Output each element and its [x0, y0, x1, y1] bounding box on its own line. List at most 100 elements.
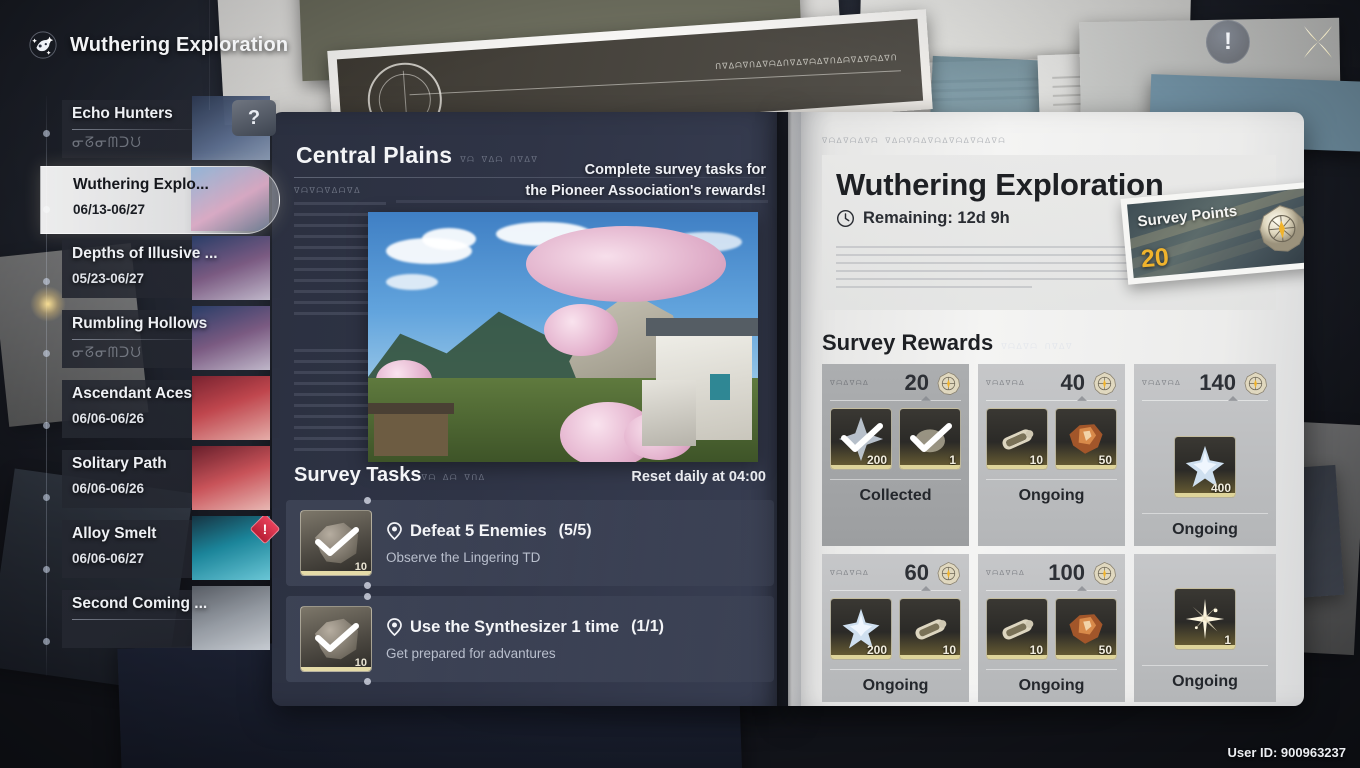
collected-check-icon: [841, 423, 883, 452]
sidebar-item-label: Depths of Illusive ...: [72, 245, 218, 262]
completed-check-icon: [315, 623, 359, 652]
sidebar-item-date: 05/23-06/27: [72, 271, 145, 286]
reward-item[interactable]: 1: [899, 408, 961, 470]
reward-item[interactable]: 200: [830, 408, 892, 470]
starburst-shard-icon: [1181, 595, 1229, 643]
location-pin-icon: [387, 522, 402, 540]
survey-tasks-title: Survey Tasks: [294, 464, 422, 486]
event-sidebar: ? Echo Hunters ᓂᘔᓂᗰᑐᙀ Wuthering Explo...…: [30, 96, 280, 676]
promo-text: Complete survey tasks for the Pioneer As…: [506, 160, 766, 202]
survey-point-medal-icon: [937, 561, 960, 585]
badge-label: ?: [247, 106, 261, 129]
promo-line-1: Complete survey tasks for: [584, 162, 766, 178]
reward-code: ᐁᗩᐃᐁᗩᐃ: [1142, 378, 1182, 387]
survey-rewards-header: Survey Rewards ᐁᗩᐃᐁᗩ ᑎᐁᐃᐁ: [822, 330, 1276, 356]
task-name: Use the Synthesizer 1 time: [410, 617, 620, 636]
sidebar-item-solitary-path[interactable]: Solitary Path 06/06-06/26: [40, 446, 280, 514]
survey-task-list: 10 Defeat 5 Enemies (5/5) Observe the Li…: [286, 497, 774, 692]
task-row[interactable]: 10 Use the Synthesizer 1 time (1/1) Get …: [286, 593, 774, 685]
page-header: Wuthering Exploration: [28, 30, 288, 60]
app-root: ᑎᐁᐃᗩᐁᑎᐃᐁᗩᐃᑎᐁᐃᐁᗩᐃᐁᑎᐃᗩᐁᐃᐁᗩᐃᐁᑎ Wuthering Ex…: [0, 0, 1360, 768]
reward-card[interactable]: ᐁᗩᐃᐁᗩᐃ 140 400 Ongoing: [1134, 364, 1276, 546]
sidebar-item-date: 06/06-06/27: [72, 551, 145, 566]
notice-button[interactable]: !: [1204, 18, 1252, 66]
book-right-page: ᐁᗩᐃᐁᗩᐃᐁᗩ ᐁᐃᗩᐁᗩᐃᐁᗩᐃᐁᗩᐃᐁᗩᐃᐁᗩ Wuthering Exp…: [788, 112, 1304, 706]
reward-code: ᐁᗩᐃᐁᗩᐃ: [986, 378, 1026, 387]
reset-timer-label: Reset daily at 04:00: [631, 469, 766, 485]
sidebar-item-label: Second Coming ...: [72, 595, 208, 612]
survey-points-value: 20: [1139, 242, 1171, 274]
survey-rewards-deco: ᐁᗩᐃᐁᗩ ᑎᐁᐃᐁ: [1001, 342, 1073, 351]
user-id-label: User ID: 900963237: [1227, 745, 1346, 760]
reward-code: ᐁᗩᐃᐁᗩᐃ: [986, 568, 1026, 577]
book-left-page: Central Plains ᐁᗩ ᐁᐃᗩ ᑎᐁᐃᐁ Complete surv…: [272, 112, 788, 706]
reward-item[interactable]: 1: [1174, 588, 1236, 650]
collected-check-icon: [910, 423, 952, 452]
sparkle-compass-icon: [28, 30, 58, 60]
task-progress: (1/1): [631, 618, 664, 635]
reward-points: 140: [1199, 370, 1236, 395]
exclamation-icon: !: [1206, 20, 1250, 64]
survey-rewards-grid: ᐁᗩᐃᐁᗩᐃ 20 200 1 Collected ᐁᗩᐃᐁᗩᐃ 40 10 5…: [822, 364, 1276, 702]
sidebar-item-runes: ᓂᘔᓂᗰᑐᙀ: [72, 135, 143, 151]
page-title: Wuthering Exploration: [70, 33, 289, 56]
reward-status: Collected: [830, 479, 961, 505]
event-book: Central Plains ᐁᗩ ᐁᐃᗩ ᑎᐁᐃᐁ Complete surv…: [258, 98, 1320, 726]
reward-status: Ongoing: [1142, 513, 1268, 539]
reward-item[interactable]: 50: [1055, 408, 1117, 470]
promo-line-2: the Pioneer Association's rewards!: [525, 183, 766, 200]
reward-item[interactable]: 10: [899, 598, 961, 660]
task-name: Defeat 5 Enemies: [410, 521, 547, 540]
survey-point-rock-icon: 10: [300, 606, 372, 672]
reward-item[interactable]: 400: [1174, 436, 1236, 498]
survey-point-medal-icon: [1244, 371, 1267, 395]
sidebar-item-alloy-smelt[interactable]: ! Alloy Smelt 06/06-06/27: [40, 516, 280, 584]
reward-item[interactable]: 10: [986, 598, 1048, 660]
reward-status: Ongoing: [986, 479, 1117, 505]
region-title: Central Plains: [296, 142, 453, 168]
reward-card[interactable]: ᐁᗩᐃᐁᗩᐃ 40 10 50 Ongoing: [978, 364, 1125, 546]
survey-tasks-deco: ᐁᗩ ᐃᗩ ᐁᑎᐃ: [421, 473, 486, 482]
close-button[interactable]: [1294, 18, 1342, 66]
sidebar-item-wuthering-exploration[interactable]: Wuthering Explo... 06/13-06/27: [40, 166, 280, 234]
reward-code: ᐁᗩᐃᐁᗩᐃ: [830, 378, 870, 387]
reward-item[interactable]: 200: [830, 598, 892, 660]
reward-item[interactable]: 50: [1055, 598, 1117, 660]
sidebar-item-ascendant-aces[interactable]: Ascendant Aces 06/06-06/26: [40, 376, 280, 444]
sidebar-item-second-coming[interactable]: Second Coming ...: [40, 586, 280, 654]
survey-point-medal-icon: [1093, 561, 1116, 585]
unknown-badge: ?: [232, 100, 276, 136]
reward-card[interactable]: ᐁᗩᐃᐁᗩᐃ 60 200 10 Ongoing: [822, 554, 969, 702]
sidebar-item-label: Rumbling Hollows: [72, 315, 208, 332]
sidebar-item-date: 06/06-06/26: [72, 481, 145, 496]
sidebar-item-rumbling-hollows[interactable]: Rumbling Hollows ᓂᘔᓂᗰᑐᙀ: [40, 306, 280, 374]
survey-point-rock-icon: 10: [300, 510, 372, 576]
reward-card[interactable]: ᐁᗩᐃᐁᗩᐃ 20 200 1 Collected: [822, 364, 969, 546]
task-description: Get prepared for advantures: [386, 645, 556, 661]
right-page-deco-text: ᐁᗩᐃᐁᗩᐃᐁᗩ ᐁᐃᗩᐁᗩᐃᐁᗩᐃᐁᗩᐃᐁᗩᐃᐁᗩ: [822, 136, 1007, 145]
top-bar-actions: !: [1204, 18, 1342, 66]
reward-points: 100: [1048, 560, 1085, 585]
task-description: Observe the Lingering TD: [386, 549, 541, 565]
task-progress: (5/5): [558, 522, 592, 539]
reward-points: 60: [904, 560, 929, 585]
reward-card[interactable]: ᐁᗩᐃᐁᗩᐃ 100 10 50 Ongoing: [978, 554, 1125, 702]
sidebar-item-date: 06/13-06/27: [73, 202, 146, 217]
reward-item[interactable]: 10: [986, 408, 1048, 470]
sidebar-item-echo-hunters[interactable]: ? Echo Hunters ᓂᘔᓂᗰᑐᙀ: [40, 96, 280, 164]
sidebar-item-depths-of-illusive[interactable]: Depths of Illusive ... 05/23-06/27: [40, 236, 280, 304]
location-pin-icon: [387, 618, 402, 636]
remaining-label: Remaining: 12d 9h: [863, 209, 1010, 227]
task-row[interactable]: 10 Defeat 5 Enemies (5/5) Observe the Li…: [286, 497, 774, 589]
survey-points-stamp[interactable]: Survey Points 20: [1120, 181, 1304, 285]
reward-code: ᐁᗩᐃᐁᗩᐃ: [830, 568, 870, 577]
sidebar-item-label: Solitary Path: [72, 455, 167, 472]
sidebar-item-label: Wuthering Explo...: [73, 176, 209, 193]
reward-card[interactable]: 1 Ongoing: [1134, 554, 1276, 702]
sidebar-item-label: Alloy Smelt: [72, 525, 157, 542]
survey-point-medal-icon: [937, 371, 960, 395]
survey-point-medal-icon: [1259, 205, 1304, 252]
sidebar-item-date: 06/06-06/26: [72, 411, 145, 426]
filler-deco-text: ᐁᗩᐁᗩᐁᐃᗩᐁᐃ: [294, 186, 362, 195]
badge-label: !: [262, 521, 268, 537]
